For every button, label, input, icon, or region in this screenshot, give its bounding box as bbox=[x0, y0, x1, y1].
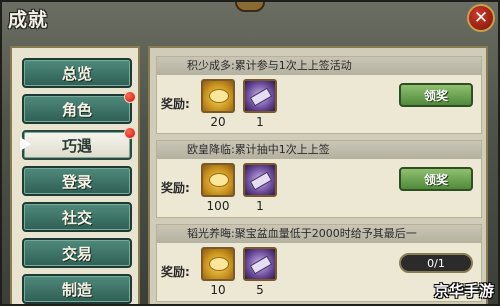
reward-quantity: 10 bbox=[210, 283, 226, 297]
claim-reward-button[interactable]: 领奖 bbox=[399, 167, 473, 191]
category-nav: 总览 角色 巧遇 登录 社交 交易 制造 bbox=[10, 46, 140, 304]
achievement-card: 欧皇降临:累计抽中1次上上签 奖励: 100 1 领奖 bbox=[156, 140, 482, 218]
achievement-title: 积少成多:累计参与1次上上签活动 bbox=[157, 57, 481, 75]
nav-item-overview[interactable]: 总览 bbox=[22, 58, 132, 88]
gold-coins-icon[interactable] bbox=[201, 247, 235, 281]
purple-scroll-icon[interactable] bbox=[243, 163, 277, 197]
achievement-title: 韬光养晦:聚宝盆血量低于2000时给予其最后一 bbox=[157, 225, 481, 243]
achievement-card: 积少成多:累计参与1次上上签活动 奖励: 20 1 领奖 bbox=[156, 56, 482, 134]
reward-quantity: 1 bbox=[256, 199, 264, 213]
nav-item-craft[interactable]: 制造 bbox=[22, 274, 132, 304]
nav-item-login[interactable]: 登录 bbox=[22, 166, 132, 196]
gold-coins-icon[interactable] bbox=[201, 163, 235, 197]
nav-item-social[interactable]: 社交 bbox=[22, 202, 132, 232]
notification-dot-icon bbox=[124, 127, 136, 139]
purple-scroll-icon[interactable] bbox=[243, 79, 277, 113]
reward-quantity: 5 bbox=[256, 283, 264, 297]
achievement-progress-bar: 0/1 bbox=[399, 253, 473, 273]
top-ornament bbox=[235, 2, 265, 12]
reward-quantity: 100 bbox=[206, 199, 230, 213]
nav-item-label: 登录 bbox=[61, 172, 92, 191]
selection-arrow-icon bbox=[20, 137, 31, 151]
notification-dot-icon bbox=[124, 91, 136, 103]
close-icon: ✕ bbox=[473, 8, 489, 28]
progress-text: 0/1 bbox=[427, 256, 445, 270]
nav-item-trade[interactable]: 交易 bbox=[22, 238, 132, 268]
reward-quantity: 1 bbox=[256, 115, 264, 129]
reward-quantity: 20 bbox=[210, 115, 226, 129]
nav-item-label: 巧遇 bbox=[61, 136, 92, 155]
achievement-window: 成就 ✕ 总览 角色 巧遇 登录 社交 交易 制造 积少成多:累计参与1次上上签… bbox=[0, 0, 500, 306]
window-title: 成就 bbox=[8, 9, 49, 31]
reward-label: 奖励: bbox=[161, 265, 190, 279]
close-button[interactable]: ✕ bbox=[467, 4, 495, 32]
reward-label: 奖励: bbox=[161, 181, 190, 195]
achievement-title: 欧皇降临:累计抽中1次上上签 bbox=[157, 141, 481, 159]
nav-item-label: 制造 bbox=[61, 280, 92, 299]
gold-coins-icon[interactable] bbox=[201, 79, 235, 113]
nav-item-encounter[interactable]: 巧遇 bbox=[22, 127, 136, 160]
nav-item-label: 社交 bbox=[61, 208, 92, 227]
nav-item-label: 角色 bbox=[61, 100, 92, 119]
reward-label: 奖励: bbox=[161, 97, 190, 111]
nav-item-character[interactable]: 角色 bbox=[22, 91, 136, 124]
claim-reward-button[interactable]: 领奖 bbox=[399, 83, 473, 107]
nav-item-label: 总览 bbox=[61, 64, 92, 83]
achievement-list: 积少成多:累计参与1次上上签活动 奖励: 20 1 领奖 欧皇降临:累计抽中1次… bbox=[148, 46, 488, 304]
purple-scroll-icon[interactable] bbox=[243, 247, 277, 281]
nav-item-label: 交易 bbox=[61, 244, 92, 263]
watermark-logo: 京华手游 bbox=[433, 282, 494, 300]
